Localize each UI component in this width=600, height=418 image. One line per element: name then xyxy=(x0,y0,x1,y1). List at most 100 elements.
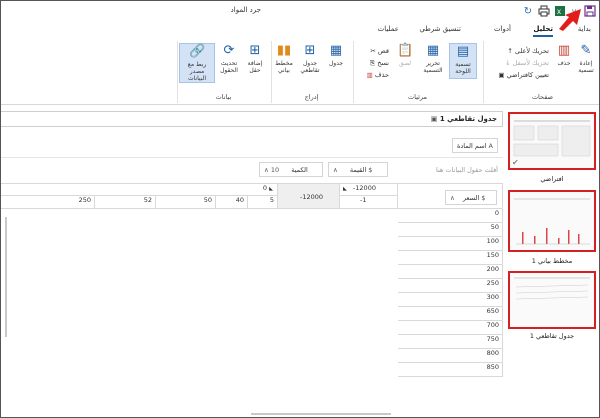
chevron-up-icon: ∧ xyxy=(450,194,455,202)
chevron-up-icon: ∧ xyxy=(333,166,338,174)
page-thumb-default[interactable]: ✔ xyxy=(508,112,596,170)
dollar-icon: $ xyxy=(481,194,486,202)
page-thumb-chart[interactable] xyxy=(508,190,596,252)
text-field-icon: A xyxy=(488,142,493,150)
delete-button[interactable]: ▥ حذف xyxy=(367,71,389,79)
rename-page-button[interactable]: ✎ إعادة تسمية xyxy=(575,43,597,74)
row-value: 800 xyxy=(398,349,503,363)
menu-tabs: بداية تحليل أدوات تنسيق شرطي عمليات xyxy=(1,21,599,39)
labels-group-label: مرئيات xyxy=(408,93,427,101)
col-value: 52 xyxy=(95,196,156,209)
col-subheader-a: -1 xyxy=(340,196,398,209)
pivot-table-icon: ▣ xyxy=(430,115,438,123)
insert-group: ▦ جدول ⊞ جدول تقاطعي ▮▮ مخطط بياني إدراج xyxy=(271,41,351,103)
print-icon[interactable] xyxy=(537,4,551,18)
row-value: 0 xyxy=(398,209,503,223)
col-header-a[interactable]: ◣ -12000 xyxy=(340,183,398,196)
labels-group: ▤ تسمية اللوحة ▦ تحرير التسمية 📋 لصق ✂ ق… xyxy=(353,41,481,103)
numeric-field-icon: 10 xyxy=(270,166,280,174)
row-field-area: ∧ السعر $ xyxy=(398,183,503,209)
drop-hint: أفلت حقول البيانات هنا xyxy=(435,166,498,174)
tab-tools[interactable]: أدوات xyxy=(494,25,511,33)
pages-group-label: صفحات xyxy=(531,93,554,101)
insert-group-label: إدراج xyxy=(304,93,319,101)
add-field-icon: ⊞ xyxy=(249,43,261,58)
data-group-label: بيانات xyxy=(215,93,232,101)
edit-label-icon: ▦ xyxy=(426,43,440,58)
delete-page-icon: ▥ xyxy=(557,43,571,58)
paste-icon: 📋 xyxy=(397,43,414,58)
row-value: 150 xyxy=(398,251,503,265)
layout-label-icon: ▤ xyxy=(456,44,470,59)
refresh-fields-button[interactable]: ⟳ تحديث الحقول xyxy=(217,43,241,74)
field-value[interactable]: ∧ القيمة $ xyxy=(328,162,388,177)
row-value: 200 xyxy=(398,265,503,279)
move-down-button[interactable]: ↓ تحريك لأسفل xyxy=(505,59,549,67)
column-fields-area: أفلت حقول البيانات هنا ∧ القيمة $ ∧ الكم… xyxy=(1,160,503,180)
add-field-button[interactable]: ⊞ إضافة حقل xyxy=(243,43,267,74)
refresh-fields-icon: ⟳ xyxy=(223,43,235,58)
delete-page-button[interactable]: ▥ حذف xyxy=(555,43,573,67)
pivot-header: ▣ جدول تقاطعي 1 xyxy=(1,111,503,127)
dollar-icon: $ xyxy=(368,166,373,174)
page-label-pivot: جدول تقاطعي 1 xyxy=(529,332,575,340)
page-label-chart: مخطط بياني 1 xyxy=(531,257,573,265)
tab-analysis[interactable]: تحليل xyxy=(533,25,553,37)
app-window: جرد المواد ↻ x ∨ بداية تحليل أدوات تنسيق… xyxy=(0,0,600,418)
horizontal-scrollbar[interactable] xyxy=(251,413,391,415)
pages-panel: ✔ افتراضي مخطط بياني 1 جدول تقاطعي 1 xyxy=(503,106,599,417)
expand-icon: ◣ xyxy=(269,186,273,192)
filter-area: اسم المادة A xyxy=(1,134,503,158)
row-value: 700 xyxy=(398,321,503,335)
pivot-table-icon: ⊞ xyxy=(304,43,316,58)
tab-conditional-format[interactable]: تنسيق شرطي xyxy=(419,25,461,33)
row-value: 100 xyxy=(398,237,503,251)
row-value: 300 xyxy=(398,293,503,307)
tab-home[interactable]: بداية xyxy=(578,25,591,33)
insert-pivot-button[interactable]: ⊞ جدول تقاطعي xyxy=(297,43,323,74)
corner-cell: -12000 xyxy=(278,183,340,209)
pivot-title: ▣ جدول تقاطعي 1 xyxy=(430,115,497,123)
title-bar: جرد المواد ↻ x ∨ xyxy=(1,1,599,31)
move-up-button[interactable]: ↑ تحريك لأعلى xyxy=(507,47,549,55)
set-default-button[interactable]: ▣ تعيين كافتراضي xyxy=(498,71,549,79)
row-value: 750 xyxy=(398,335,503,349)
field-item-name[interactable]: اسم المادة A xyxy=(451,138,498,153)
data-area xyxy=(1,209,398,417)
row-value: 850 xyxy=(398,363,503,377)
edit-label-button[interactable]: ▦ تحرير التسمية xyxy=(419,43,447,74)
pivot-area: ▣ جدول تقاطعي 1 اسم المادة A أفلت حقول ا… xyxy=(1,106,505,417)
pivot-page-preview xyxy=(514,277,590,300)
check-icon: ✔ xyxy=(512,158,519,167)
row-value: 650 xyxy=(398,307,503,321)
chevron-up-icon: ∧ xyxy=(264,166,269,174)
label-layout-button[interactable]: ▤ تسمية اللوحة xyxy=(449,43,477,79)
col-value: 40 xyxy=(216,196,248,209)
insert-table-button[interactable]: ▦ جدول xyxy=(325,43,347,67)
insert-chart-button[interactable]: ▮▮ مخطط بياني xyxy=(273,43,295,74)
row-value: 50 xyxy=(398,223,503,237)
row-value: 250 xyxy=(398,279,503,293)
data-group: ⊞ إضافة حقل ⟳ تحديث الحقول 🔗 ربط مع مصدر… xyxy=(177,41,269,103)
link-icon: 🔗 xyxy=(189,44,206,59)
paste-button[interactable]: 📋 لصق xyxy=(395,43,415,67)
page-thumb-pivot[interactable] xyxy=(508,271,596,329)
field-quantity[interactable]: ∧ الكمية 10 xyxy=(259,162,323,177)
copy-button[interactable]: ⎘ نسخ xyxy=(370,59,389,68)
ribbon: ✎ إعادة تسمية ▥ حذف ↑ تحريك لأعلى ↓ تحري… xyxy=(1,39,599,105)
pencil-icon: ✎ xyxy=(580,43,592,58)
link-data-source-button[interactable]: 🔗 ربط مع مصدر البيانات xyxy=(179,43,215,83)
col-value: 5 xyxy=(248,196,278,209)
col-value: 250 xyxy=(1,196,95,209)
expand-icon: ◣ xyxy=(343,186,347,192)
table-icon: ▦ xyxy=(329,43,343,58)
field-price[interactable]: ∧ السعر $ xyxy=(445,190,497,205)
pivot-grid: ∧ السعر $ ◣ -12000 -1 -12000 0 ◣ 5 40 50… xyxy=(1,183,503,417)
col-value: 50 xyxy=(156,196,216,209)
vertical-scrollbar[interactable] xyxy=(5,217,7,337)
cut-button[interactable]: ✂ قص xyxy=(370,47,389,55)
tab-operations[interactable]: عمليات xyxy=(378,25,399,33)
chart-page-preview xyxy=(514,198,590,245)
col-header-b[interactable]: 0 ◣ xyxy=(1,183,278,196)
refresh-icon[interactable]: ↻ xyxy=(521,4,535,18)
